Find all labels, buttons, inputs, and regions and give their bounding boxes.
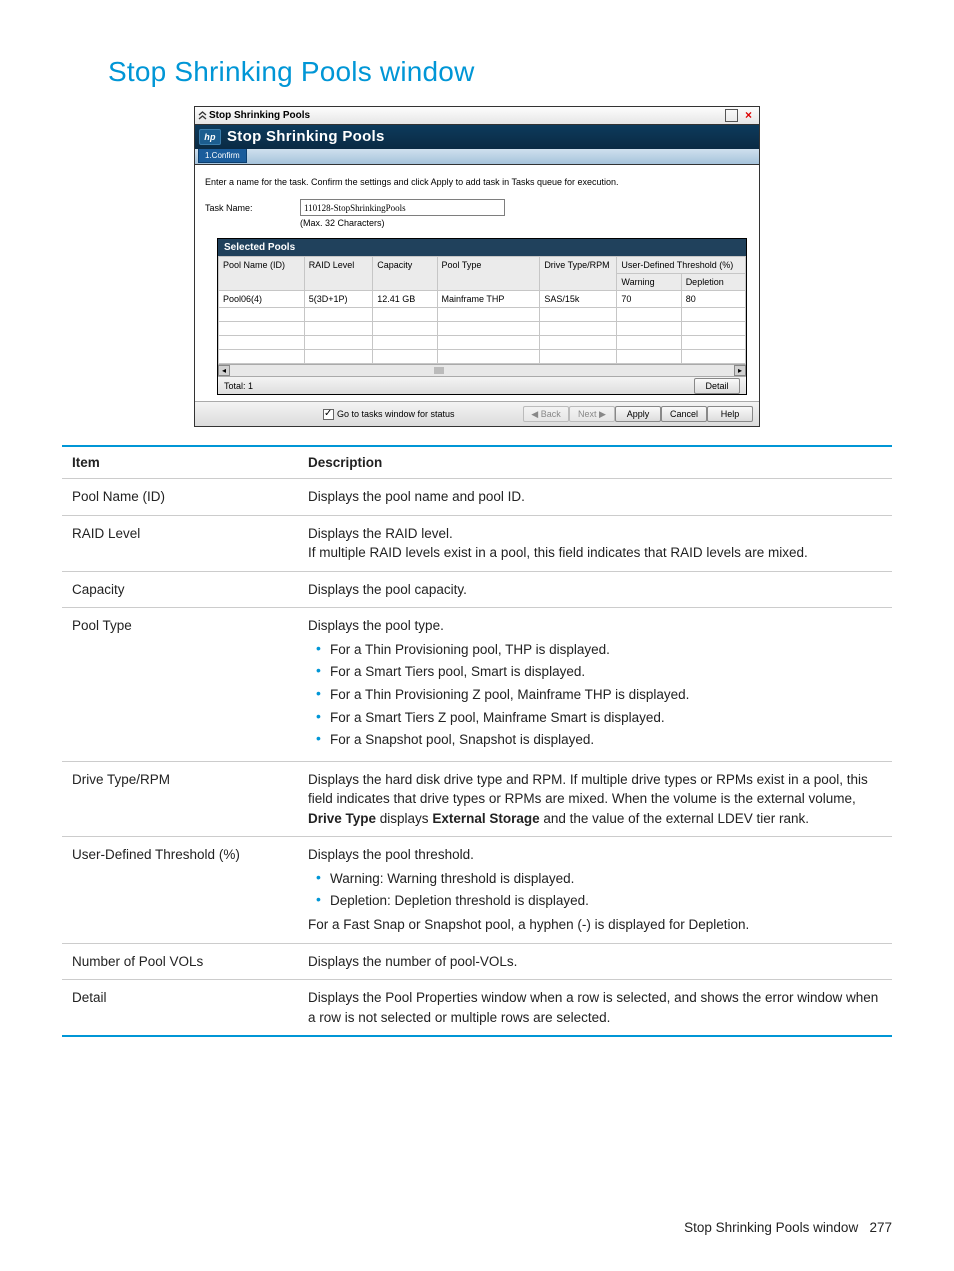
page-heading: Stop Shrinking Pools window <box>108 56 892 88</box>
checkbox-icon[interactable] <box>323 409 334 420</box>
item-cell: Drive Type/RPM <box>62 761 298 837</box>
table-row: Number of Pool VOLs Displays the number … <box>62 943 892 980</box>
header-item: Item <box>62 446 298 479</box>
col-raid: RAID Level <box>304 257 373 291</box>
col-drive: Drive Type/RPM <box>540 257 617 291</box>
item-cell: Detail <box>62 980 298 1037</box>
cell: 80 <box>681 291 745 308</box>
dialog-instruction: Enter a name for the task. Confirm the s… <box>205 177 749 187</box>
cell: 12.41 GB <box>373 291 437 308</box>
dialog-step-bar: 1.Confirm <box>195 149 759 165</box>
cell: Mainframe THP <box>437 291 540 308</box>
item-cell: User-Defined Threshold (%) <box>62 837 298 943</box>
col-capacity: Capacity <box>373 257 437 291</box>
hp-logo-icon: hp <box>199 129 221 145</box>
list-item: For a Thin Provisioning Z pool, Mainfram… <box>316 685 882 705</box>
dialog-titlebar: Stop Shrinking Pools × <box>195 107 759 125</box>
item-cell: Capacity <box>62 571 298 608</box>
table-row: User-Defined Threshold (%) Displays the … <box>62 837 892 943</box>
col-pool-type: Pool Type <box>437 257 540 291</box>
selected-pools-grid: Selected Pools Pool Name (ID) RAID Level… <box>217 238 747 395</box>
table-row <box>219 336 746 350</box>
table-row: Capacity Displays the pool capacity. <box>62 571 892 608</box>
task-name-hint: (Max. 32 Characters) <box>300 218 749 228</box>
header-description: Description <box>298 446 892 479</box>
table-row: Pool Name (ID) Displays the pool name an… <box>62 479 892 516</box>
horizontal-scrollbar[interactable]: ◂ ▸ <box>218 364 746 376</box>
cell: 5(3D+1P) <box>304 291 373 308</box>
list-item: For a Snapshot pool, Snapshot is display… <box>316 730 882 750</box>
help-button[interactable]: Help <box>707 406 753 422</box>
scroll-thumb[interactable] <box>434 367 444 374</box>
desc-cell: Displays the number of pool-VOLs. <box>298 943 892 980</box>
list-item: For a Thin Provisioning pool, THP is dis… <box>316 640 882 660</box>
grid-title: Selected Pools <box>218 239 746 256</box>
table-row <box>219 350 746 364</box>
desc-cell: Displays the RAID level. If multiple RAI… <box>298 515 892 571</box>
close-icon[interactable]: × <box>742 109 755 122</box>
table-row <box>219 322 746 336</box>
next-button: Next ▶ <box>569 406 615 422</box>
list-item: For a Smart Tiers pool, Smart is display… <box>316 662 882 682</box>
detail-button[interactable]: Detail <box>694 378 740 394</box>
cancel-button[interactable]: Cancel <box>661 406 707 422</box>
dialog-header: hp Stop Shrinking Pools <box>195 125 759 149</box>
table-row: Drive Type/RPM Displays the hard disk dr… <box>62 761 892 837</box>
footer-title: Stop Shrinking Pools window <box>684 1220 858 1235</box>
maximize-icon[interactable] <box>725 109 738 122</box>
dialog-screenshot: Stop Shrinking Pools × hp Stop Shrinking… <box>194 106 760 427</box>
dialog-titlebar-text: Stop Shrinking Pools <box>209 110 310 121</box>
list-item: For a Smart Tiers Z pool, Mainframe Smar… <box>316 708 882 728</box>
desc-cell: Displays the pool name and pool ID. <box>298 479 892 516</box>
back-button: ◀ Back <box>523 406 569 422</box>
table-row <box>219 308 746 322</box>
table-row: RAID Level Displays the RAID level. If m… <box>62 515 892 571</box>
item-cell: RAID Level <box>62 515 298 571</box>
cell: SAS/15k <box>540 291 617 308</box>
list-item: Depletion: Depletion threshold is displa… <box>316 891 882 911</box>
checkbox-label: Go to tasks window for status <box>337 409 455 419</box>
desc-cell: Displays the pool capacity. <box>298 571 892 608</box>
collapse-icon[interactable] <box>197 110 208 121</box>
scroll-left-icon[interactable]: ◂ <box>218 365 230 376</box>
task-name-label: Task Name: <box>205 203 300 213</box>
table-row: Pool Type Displays the pool type. For a … <box>62 608 892 761</box>
page-footer: Stop Shrinking Pools window 277 <box>684 1220 892 1235</box>
grid-total: Total: 1 <box>224 381 253 391</box>
dialog-footer: Go to tasks window for status ◀ Back Nex… <box>195 401 759 426</box>
item-cell: Number of Pool VOLs <box>62 943 298 980</box>
col-warning: Warning <box>617 274 681 291</box>
go-to-tasks-checkbox[interactable]: Go to tasks window for status <box>323 409 455 420</box>
page-number: 277 <box>869 1220 892 1235</box>
desc-cell: Displays the pool threshold. Warning: Wa… <box>298 837 892 943</box>
cell: 70 <box>617 291 681 308</box>
scroll-right-icon[interactable]: ▸ <box>734 365 746 376</box>
list-item: Warning: Warning threshold is displayed. <box>316 869 882 889</box>
item-cell: Pool Name (ID) <box>62 479 298 516</box>
col-pool-name: Pool Name (ID) <box>219 257 305 291</box>
description-table: Item Description Pool Name (ID) Displays… <box>62 445 892 1037</box>
desc-cell: Displays the pool type. For a Thin Provi… <box>298 608 892 761</box>
col-udt-group: User-Defined Threshold (%) <box>617 257 746 274</box>
apply-button[interactable]: Apply <box>615 406 661 422</box>
item-cell: Pool Type <box>62 608 298 761</box>
dialog-header-text: Stop Shrinking Pools <box>227 125 385 149</box>
task-name-input[interactable] <box>300 199 505 216</box>
table-row[interactable]: Pool06(4) 5(3D+1P) 12.41 GB Mainframe TH… <box>219 291 746 308</box>
desc-cell: Displays the Pool Properties window when… <box>298 980 892 1037</box>
desc-cell: Displays the hard disk drive type and RP… <box>298 761 892 837</box>
col-depletion: Depletion <box>681 274 745 291</box>
table-row: Detail Displays the Pool Properties wind… <box>62 980 892 1037</box>
cell: Pool06(4) <box>219 291 305 308</box>
step-tab-confirm[interactable]: 1.Confirm <box>198 149 247 163</box>
